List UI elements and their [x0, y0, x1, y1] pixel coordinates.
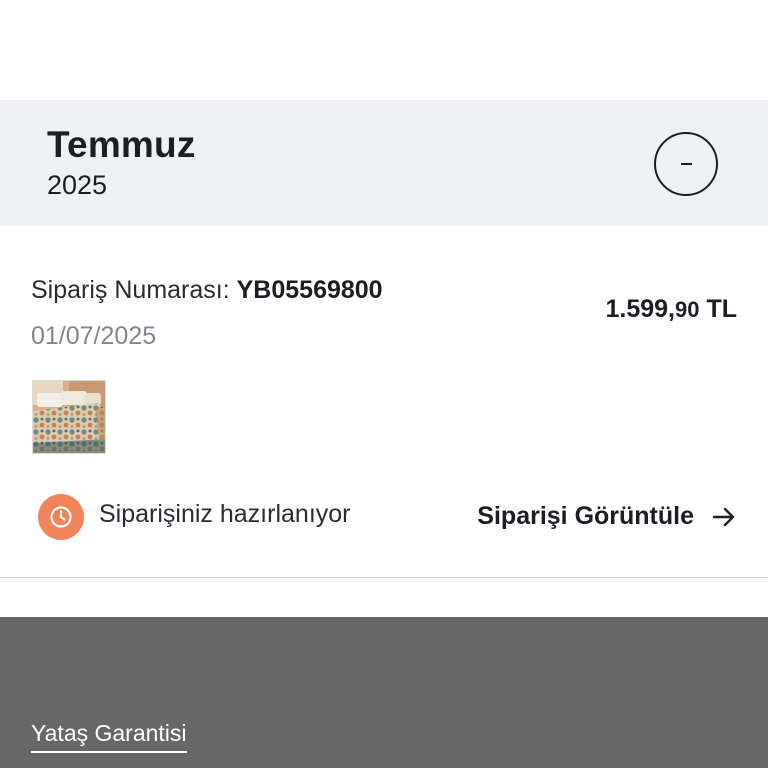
top-blank-area — [0, 0, 768, 100]
section-divider — [0, 577, 768, 578]
guarantee-link[interactable]: Yataş Garantisi — [31, 720, 187, 753]
arrow-right-icon — [712, 507, 735, 526]
order-price: 1.599,90 TL — [606, 295, 738, 324]
month-year: 2025 — [47, 170, 108, 200]
view-order-label: Siparişi Görüntüle — [477, 502, 694, 530]
month-title: Temmuz — [47, 124, 196, 165]
order-number: YB05569800 — [236, 276, 383, 304]
order-number-row: Sipariş Numarası: YB05569800 — [31, 276, 383, 305]
order-price-decimals: 90 — [675, 297, 700, 322]
order-date: 01/07/2025 — [31, 322, 157, 350]
collapse-button[interactable] — [654, 132, 718, 196]
product-thumbnail[interactable] — [32, 380, 106, 454]
order-price-currency: TL — [706, 295, 737, 323]
order-status-text: Siparişiniz hazırlanıyor — [99, 500, 351, 528]
minus-icon — [680, 163, 692, 165]
order-number-label: Sipariş Numarası: — [31, 276, 230, 304]
clock-icon — [38, 494, 84, 540]
view-order-link[interactable]: Siparişi Görüntüle — [477, 502, 736, 531]
order-price-main: 1.599, — [605, 295, 676, 323]
